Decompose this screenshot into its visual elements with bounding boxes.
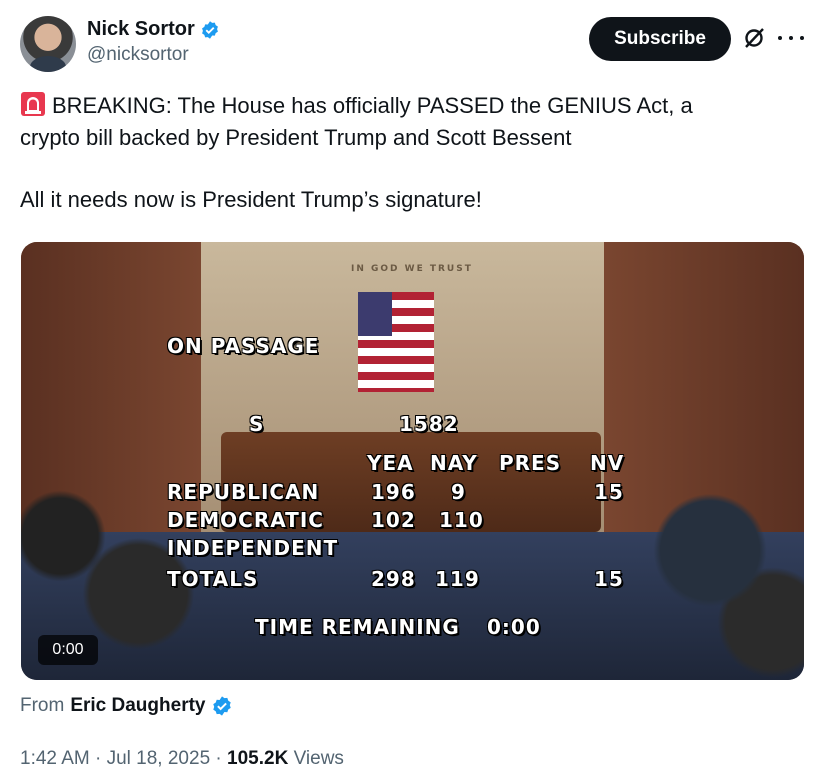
tweet-text: BREAKING: The House has officially PASSE…	[20, 90, 805, 216]
tweet-metadata: 1:42 AM · Jul 18, 2025 · 105.2K Views	[20, 748, 344, 769]
tweet-line-1: BREAKING: The House has officially PASSE…	[52, 93, 693, 118]
attribution-prefix: From	[20, 695, 65, 716]
vote-row-party: TOTALS	[167, 567, 259, 591]
media-attribution: From Eric Daugherty	[20, 695, 233, 717]
tweet-header: Nick Sortor @nicksortor Subscribe	[20, 14, 805, 74]
vote-row-yea: 102	[371, 508, 416, 532]
time-remaining-label: TIME REMAINING	[255, 615, 460, 639]
attribution-source-name[interactable]: Eric Daugherty	[70, 695, 205, 717]
verified-badge-icon	[201, 20, 218, 39]
vote-column-yea: YEA	[367, 451, 414, 475]
american-flag	[358, 292, 434, 392]
vote-row-yea: 196	[371, 480, 416, 504]
vote-row-yea: 298	[371, 567, 416, 591]
vote-column-pres: PRES	[499, 451, 562, 475]
vote-row-party: DEMOCRATIC	[167, 508, 324, 532]
author-block: Nick Sortor @nicksortor	[87, 18, 220, 66]
vote-row-nv: 15	[594, 480, 624, 504]
time-remaining-value: 0:00	[487, 615, 541, 639]
wall-inscription: IN GOD WE TRUST	[351, 264, 473, 274]
vote-row-nay: 119	[435, 567, 480, 591]
vote-board-title: ON PASSAGE	[167, 334, 320, 358]
vote-row-nay: 110	[439, 508, 484, 532]
vote-board-bill-prefix: S	[249, 412, 265, 436]
vote-row-nv: 15	[594, 567, 624, 591]
more-options-icon[interactable]	[778, 26, 804, 50]
tweet-line-3: All it needs now is President Trump’s si…	[20, 187, 482, 212]
video-duration-badge[interactable]: 0:00	[38, 635, 98, 665]
tweet-time[interactable]: 1:42 AM	[20, 748, 90, 769]
views-label: Views	[293, 748, 344, 769]
tweet-line-2: crypto bill backed by President Trump an…	[20, 125, 572, 150]
rotating-light-emoji-icon	[21, 92, 45, 116]
tweet-date[interactable]: Jul 18, 2025	[107, 748, 211, 769]
vote-column-nv: NV	[590, 451, 625, 475]
vote-board-bill-number: 1582	[399, 412, 459, 436]
author-display-name[interactable]: Nick Sortor	[87, 18, 195, 41]
vote-column-nay: NAY	[430, 451, 478, 475]
author-handle[interactable]: @nicksortor	[87, 44, 220, 66]
vote-row-nay: 9	[451, 480, 466, 504]
vote-row-party: INDEPENDENT	[167, 536, 339, 560]
views-count: 105.2K	[227, 748, 289, 769]
vote-row-party: REPUBLICAN	[167, 480, 320, 504]
avatar[interactable]	[20, 16, 76, 72]
grok-icon[interactable]	[742, 26, 766, 50]
verified-badge-icon	[213, 696, 232, 716]
video-player[interactable]: IN GOD WE TRUST ON PASSAGE S 1582 YEA NA…	[21, 242, 804, 680]
subscribe-button[interactable]: Subscribe	[589, 17, 731, 61]
